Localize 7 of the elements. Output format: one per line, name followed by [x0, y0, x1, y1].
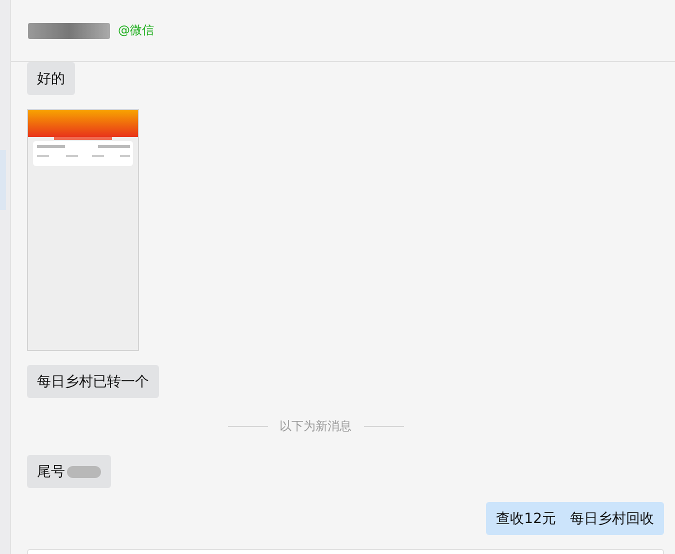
- message-bubble: 查收12元 每日乡村回收: [486, 502, 664, 535]
- message-bubble: 好的: [27, 62, 75, 95]
- new-messages-divider: 以下为新消息: [280, 418, 352, 435]
- input-field[interactable]: [27, 549, 664, 554]
- message-bubble: 尾号: [27, 455, 111, 488]
- message-bubble: 每日乡村已转一个: [27, 365, 159, 398]
- source-label: @微信: [118, 22, 154, 39]
